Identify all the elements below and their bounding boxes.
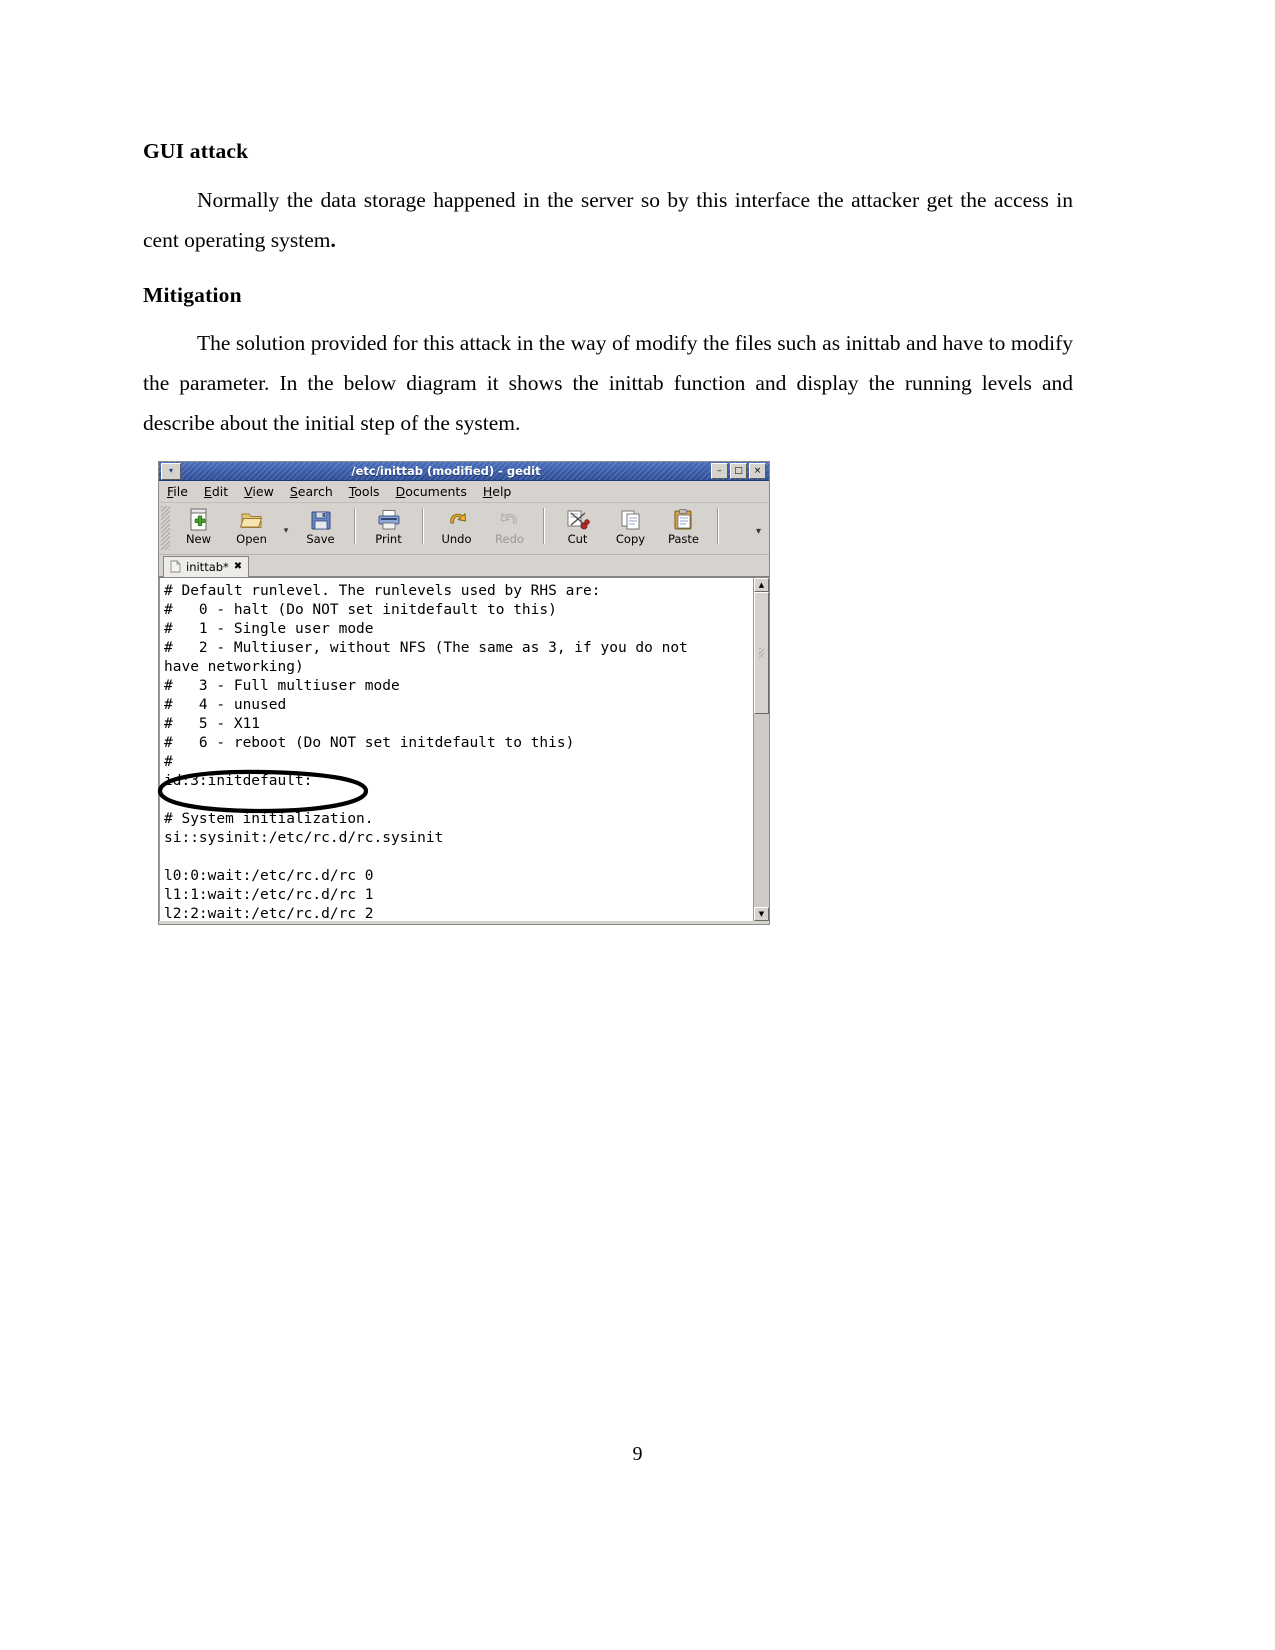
menu-view-rest: iew (252, 484, 274, 499)
toolbar-new-button[interactable]: New (172, 506, 225, 546)
section-heading-gui-attack: GUI attack (143, 139, 249, 163)
toolbar-print-label: Print (375, 532, 402, 546)
text-file-icon (170, 558, 181, 577)
toolbar-separator-3 (543, 508, 544, 544)
scrollbar-down-arrow-icon[interactable]: ▼ (754, 907, 769, 921)
menu-view[interactable]: View (244, 484, 274, 499)
open-folder-icon (239, 506, 264, 533)
toolbar-drag-handle[interactable] (161, 506, 170, 550)
paragraph-mitigation: The solution provided for this attack in… (143, 331, 1073, 436)
gedit-titlebar: ▾ /etc/inittab (modified) - gedit – □ × (159, 462, 769, 481)
close-button[interactable]: × (749, 463, 766, 479)
scrollbar-thumb[interactable] (754, 592, 769, 714)
window-controls: – □ × (711, 463, 766, 479)
toolbar-undo-button[interactable]: Undo (430, 506, 483, 546)
toolbar-separator-2 (422, 508, 423, 544)
clipboard-paste-icon (672, 506, 696, 533)
toolbar-open-button[interactable]: Open (225, 506, 278, 546)
toolbar-cut-button[interactable]: Cut (551, 506, 604, 546)
page-number: 9 (632, 1443, 643, 1465)
menu-help-accel: H (482, 484, 493, 499)
paragraph-gui-attack-text: Normally the data storage happened in th… (143, 187, 1073, 252)
printer-icon (377, 506, 401, 533)
toolbar-separator-4 (717, 508, 718, 544)
toolbar-print-button[interactable]: Print (362, 506, 415, 546)
menu-file[interactable]: File (167, 484, 188, 499)
gedit-tabbar: inittab* ✖ (159, 555, 769, 577)
toolbar-redo-label: Redo (495, 532, 524, 546)
toolbar-new-label: New (185, 532, 212, 546)
menu-search-accel: S (289, 484, 298, 499)
document-tab-inittab[interactable]: inittab* ✖ (163, 556, 250, 577)
menu-edit[interactable]: Edit (204, 484, 228, 499)
toolbar-save-label: Save (306, 532, 335, 546)
toolbar-redo-button[interactable]: Redo (483, 506, 536, 546)
document-tab-label: inittab* (186, 560, 229, 574)
toolbar-paste-button[interactable]: Paste (657, 506, 710, 546)
scissors-cut-icon (566, 506, 590, 533)
paragraph-gui-attack: Normally the data storage happened in th… (143, 180, 1073, 260)
undo-arrow-icon (445, 506, 469, 533)
gedit-toolbar: New Open ▾ Save Print Undo Redo Cut Copy… (159, 503, 769, 555)
toolbar-cut-label: Cut (567, 532, 588, 546)
menu-documents-accel: D (395, 484, 406, 499)
menu-documents-rest: ocuments (405, 484, 467, 499)
tab-close-icon[interactable]: ✖ (234, 562, 242, 572)
menu-file-rest: ile (173, 484, 188, 499)
editor-text-content[interactable]: # Default runlevel. The runlevels used b… (159, 578, 753, 921)
menu-tools-rest: ools (354, 484, 380, 499)
toolbar-open-label: Open (236, 532, 267, 546)
toolbar-open-dropdown-chevron-down-icon[interactable]: ▾ (278, 526, 294, 536)
gedit-window-screenshot: ▾ /etc/inittab (modified) - gedit – □ × … (158, 461, 770, 925)
menu-documents[interactable]: Documents (396, 484, 467, 499)
minimize-button[interactable]: – (711, 463, 728, 479)
scrollbar-track[interactable] (754, 592, 769, 907)
gedit-editor-area: # Default runlevel. The runlevels used b… (159, 577, 769, 921)
scrollbar-up-arrow-icon[interactable]: ▲ (754, 578, 769, 592)
gedit-menubar: File Edit View Search Tools Documents He… (159, 481, 769, 503)
toolbar-separator-1 (354, 508, 355, 544)
menu-help[interactable]: Help (483, 484, 512, 499)
section-heading-mitigation: Mitigation (143, 282, 242, 307)
gedit-window-title: /etc/inittab (modified) - gedit (351, 464, 541, 478)
copy-pages-icon (619, 506, 643, 533)
window-menu-icon[interactable]: ▾ (161, 462, 181, 480)
menu-help-rest: elp (492, 484, 512, 499)
menu-edit-rest: dit (211, 484, 229, 499)
redo-arrow-icon (498, 506, 522, 533)
maximize-button[interactable]: □ (730, 463, 747, 479)
menu-tools[interactable]: Tools (349, 484, 380, 499)
menu-search[interactable]: Search (290, 484, 333, 499)
menu-edit-accel: E (203, 484, 212, 499)
toolbar-undo-label: Undo (441, 532, 472, 546)
toolbar-copy-button[interactable]: Copy (604, 506, 657, 546)
menu-search-rest: earch (297, 484, 333, 499)
new-document-icon (188, 506, 210, 533)
document-body: GUI attack Normally the data storage hap… (143, 139, 1073, 457)
floppy-disk-save-icon (310, 506, 332, 533)
toolbar-save-button[interactable]: Save (294, 506, 347, 546)
paragraph-gui-attack-period: . (330, 227, 336, 252)
editor-vertical-scrollbar[interactable]: ▲ ▼ (753, 578, 769, 921)
toolbar-paste-label: Paste (667, 532, 700, 546)
document-page: GUI attack Normally the data storage hap… (0, 0, 1275, 1650)
toolbar-copy-label: Copy (615, 532, 646, 546)
toolbar-overflow-chevron-down-icon[interactable]: ▾ (756, 526, 761, 537)
